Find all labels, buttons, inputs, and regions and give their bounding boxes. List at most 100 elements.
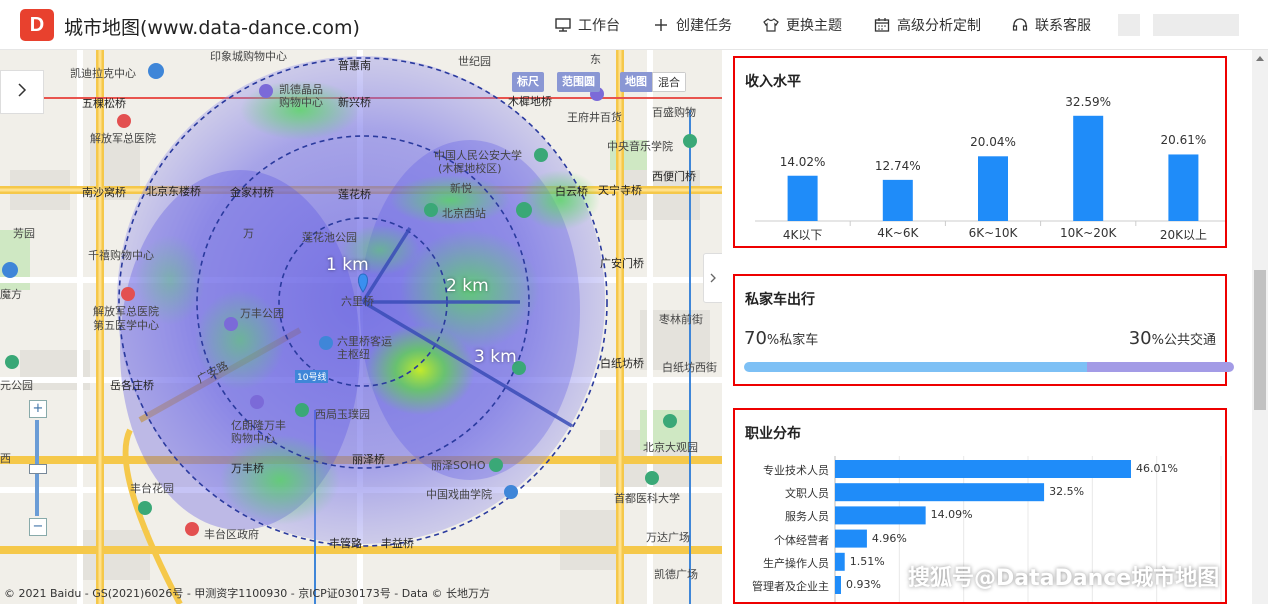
map-label: 木樨地桥: [508, 95, 552, 108]
expand-sidebar-button[interactable]: [0, 70, 44, 114]
analysis-panel: 收入水平 14.02% 4K以下 12.74% 4K~6K 20.04% 6K~10K 32…: [722, 50, 1252, 604]
job-category-label: 管理者及企业主: [752, 580, 829, 593]
public-transport-share: 30%公共交通: [1128, 328, 1216, 349]
chevron-right-icon: [16, 82, 28, 102]
income-bar-value: 14.02%: [779, 154, 826, 169]
app-logo[interactable]: D: [20, 9, 54, 41]
map-label: 解放军总医院: [90, 132, 156, 145]
map-label: 中国戏曲学院: [426, 488, 492, 501]
map-label: 金家村桥: [230, 186, 274, 199]
map-label: 丽泽SOHO: [431, 459, 486, 472]
user-avatar[interactable]: [1118, 14, 1140, 36]
range-circle-tool-button[interactable]: 范围圆: [557, 72, 600, 92]
job-bar[interactable]: [835, 506, 926, 525]
income-bar-value: 12.74%: [874, 158, 921, 173]
collapse-panel-button[interactable]: [703, 253, 723, 303]
map-label: 西便门桥: [652, 170, 696, 183]
nav-change-theme[interactable]: 更换主题: [763, 15, 842, 35]
zoom-handle[interactable]: [29, 464, 47, 474]
map-label: (木樨地校区): [438, 162, 502, 175]
map-label: 丽泽桥: [352, 453, 385, 466]
app-header: D 城市地图(www.data-dance.com) 工作台 创建任务 更换主题…: [0, 0, 1268, 50]
nav-label: 高级分析定制: [897, 18, 981, 34]
nav-create-task[interactable]: 创建任务: [653, 15, 732, 35]
app-title: 城市地图(www.data-dance.com): [64, 17, 360, 39]
income-category-label: 20K以上: [1159, 228, 1207, 242]
map-label: 北京西站: [442, 207, 486, 220]
chevron-right-icon: [709, 269, 717, 288]
map-label: 北京大观园: [643, 441, 698, 454]
user-name[interactable]: [1153, 14, 1239, 36]
map-type-switch: 地图 混合: [620, 72, 686, 92]
map-label: 中央音乐学院: [607, 140, 673, 153]
map-type-hybrid[interactable]: 混合: [652, 72, 686, 92]
public-transport-bar: [1087, 362, 1234, 372]
job-category-label: 文职人员: [785, 487, 829, 501]
nav-contact-support[interactable]: 联系客服: [1012, 15, 1091, 35]
map-label: 世纪园: [458, 55, 491, 68]
map-label: 五棵松桥: [82, 97, 126, 110]
ruler-tool-button[interactable]: 标尺: [512, 72, 544, 92]
watermark: 搜狐号@DataDance城市地图: [908, 566, 1220, 591]
ring-label-3km: 3 km: [474, 347, 517, 367]
panel-scrollbar[interactable]: [1252, 50, 1268, 604]
income-bar[interactable]: [1168, 154, 1199, 221]
map-label: 百盛购物: [652, 106, 696, 119]
map-label: 主枢纽: [337, 348, 370, 361]
scroll-thumb[interactable]: [1254, 270, 1266, 410]
zoom-slider[interactable]: [29, 420, 47, 516]
map-label: 北京东楼桥: [146, 185, 201, 198]
job-bar[interactable]: [835, 552, 845, 571]
nav-label: 联系客服: [1035, 18, 1091, 34]
map-label: 凯德广场: [654, 568, 698, 581]
job-bar[interactable]: [835, 529, 867, 548]
map-label: 东: [590, 53, 601, 66]
nav-advanced-analysis[interactable]: 高级分析定制: [874, 15, 981, 35]
map-label: 新悦: [450, 182, 472, 195]
job-category-label: 生产操作人员: [763, 556, 829, 570]
car-card: 私家车出行 70%私家车 30%公共交通: [733, 274, 1234, 386]
headset-icon: [1012, 17, 1028, 33]
income-bar[interactable]: [978, 156, 1008, 221]
shirt-icon: [763, 17, 779, 33]
ring-label-2km: 2 km: [446, 276, 489, 296]
nav-workbench[interactable]: 工作台: [555, 15, 620, 35]
nav-label: 创建任务: [676, 18, 732, 34]
private-car-bar: [744, 362, 1087, 372]
income-chart: [755, 115, 1225, 226]
job-bar-value: 32.5%: [1049, 485, 1085, 499]
income-bar[interactable]: [882, 179, 913, 221]
map-label: 万: [243, 227, 254, 240]
map-label: 万丰桥: [231, 462, 264, 475]
map-label: 莲花池公园: [302, 231, 357, 244]
zoom-out-button[interactable]: −: [29, 518, 47, 536]
job-bar-value: 4.96%: [871, 531, 907, 545]
map-label: 西局玉璞园: [315, 408, 370, 421]
map-label: 万丰公园: [240, 307, 284, 320]
private-car-share: 70%私家车: [744, 328, 819, 349]
map-label: 丰台花园: [130, 482, 174, 495]
map-label: 购物中心: [279, 96, 323, 109]
map-label: 购物中心: [231, 432, 275, 445]
map-label: 丰管路: [329, 537, 362, 550]
job-bar[interactable]: [835, 460, 1131, 478]
map-label: 天宁寺桥: [598, 184, 642, 197]
income-bar[interactable]: [787, 175, 818, 221]
scroll-up-arrow-icon[interactable]: [1256, 56, 1264, 61]
map-label: 10号线: [295, 370, 329, 383]
income-bar[interactable]: [1073, 115, 1104, 221]
map-label: 千禧购物中心: [88, 249, 154, 262]
job-category-label: 服务人员: [785, 510, 829, 524]
map-label: 印象城购物中心: [210, 50, 287, 63]
plus-icon: [653, 17, 669, 33]
map-label: 丰益桥: [381, 537, 414, 550]
job-bar-value: 0.93%: [845, 578, 881, 591]
zoom-in-button[interactable]: +: [29, 400, 47, 418]
job-bar[interactable]: [835, 576, 841, 594]
nav-label: 工作台: [578, 18, 620, 34]
map-type-map[interactable]: 地图: [620, 72, 652, 92]
map-view[interactable]: 印象城购物中心 普惠南 世纪园 东 凯迪拉克中心 凯德晶品 购物中心 新兴桥 木…: [0, 50, 722, 604]
job-bar[interactable]: [835, 483, 1045, 502]
income-category-label: 6K~10K: [968, 226, 1018, 240]
map-label: 首都医科大学: [614, 492, 680, 505]
